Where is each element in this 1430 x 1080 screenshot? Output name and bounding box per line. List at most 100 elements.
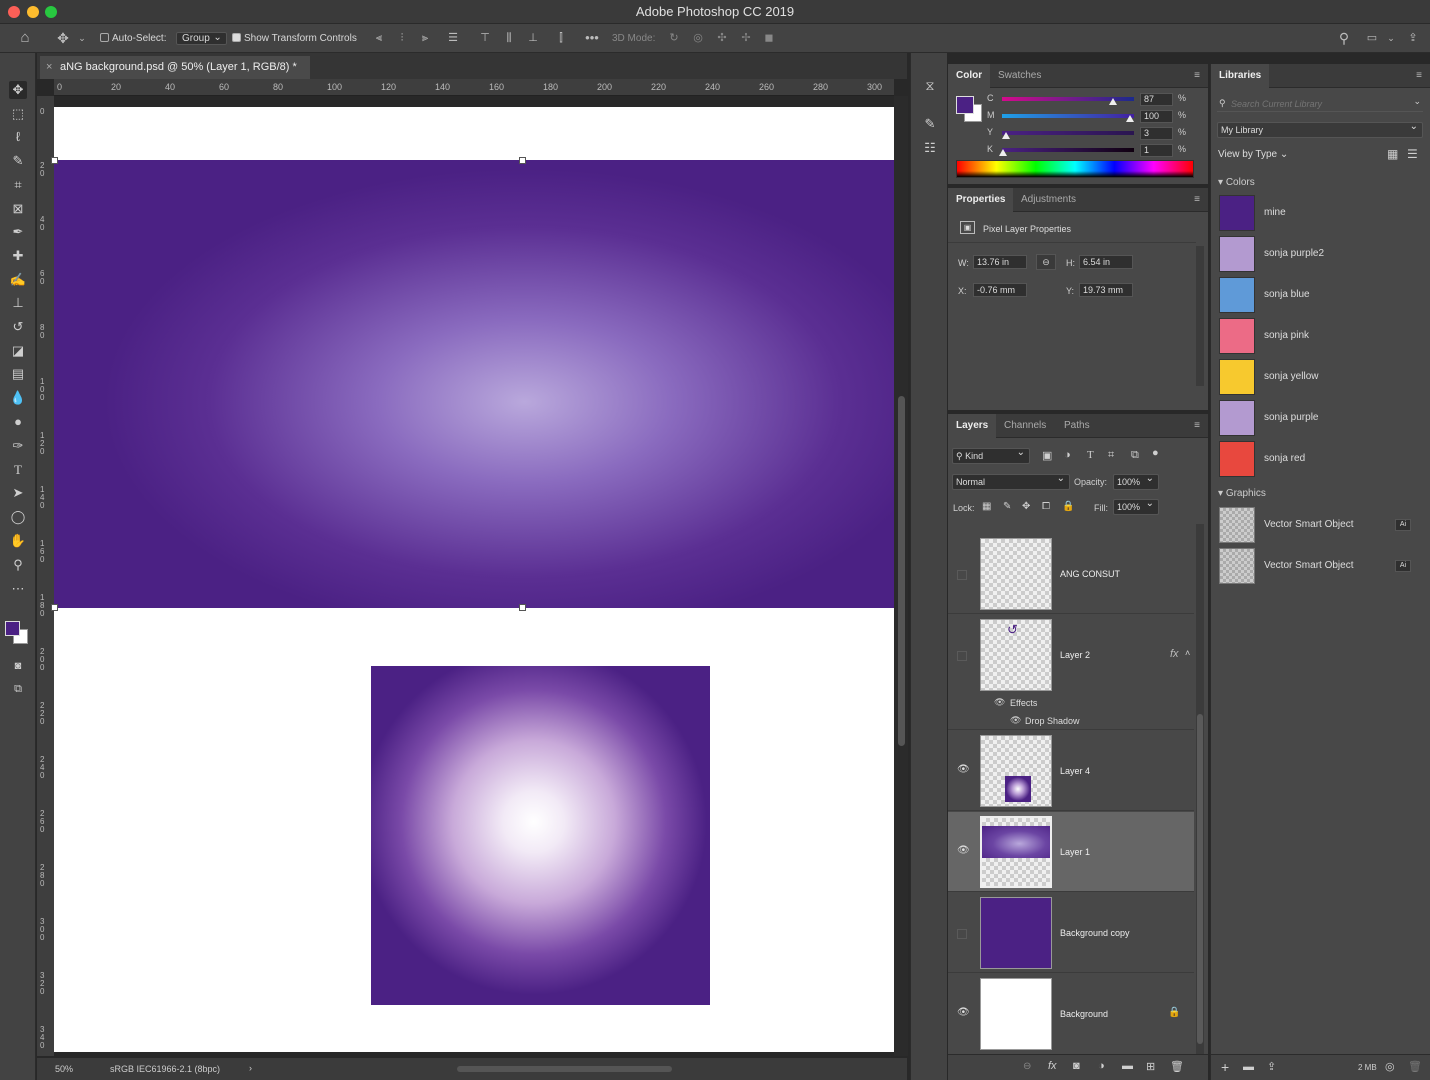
color-foreground-swatch[interactable] <box>956 96 974 114</box>
tab-paths[interactable]: Paths <box>1056 414 1098 438</box>
move-tool-icon[interactable]: ✥ <box>9 81 27 99</box>
library-selector-dropdown[interactable]: My Library <box>1217 120 1423 138</box>
type-tool-icon[interactable]: T <box>9 461 27 479</box>
visibility-toggle-box[interactable] <box>957 651 967 661</box>
blend-mode-dropdown[interactable]: Normal <box>952 472 1070 490</box>
eye-icon[interactable]: 👁 <box>994 697 1005 708</box>
filter-pixel-icon[interactable]: ▣ <box>1042 449 1052 462</box>
layer-name[interactable]: Layer 4 <box>1060 766 1090 776</box>
add-mask-icon[interactable]: ◙ <box>1073 1060 1080 1072</box>
add-layer-style-icon[interactable]: fx <box>1048 1060 1057 1072</box>
tab-channels[interactable]: Channels <box>996 414 1054 438</box>
eye-icon[interactable]: 👁 <box>957 1007 970 1018</box>
fill-field[interactable]: 100% <box>1113 497 1159 515</box>
link-dimensions-icon[interactable]: ⊖ <box>1036 254 1056 270</box>
channel-value-field[interactable]: 3 <box>1140 127 1173 140</box>
add-content-icon[interactable]: + <box>1221 1059 1229 1075</box>
pen-tool-icon[interactable]: ✑ <box>9 437 27 455</box>
filter-smart-object-icon[interactable]: ⧉ <box>1131 449 1139 462</box>
zoom-level[interactable]: 50% <box>55 1064 73 1074</box>
new-group-icon[interactable]: ▬ <box>1122 1060 1133 1072</box>
transform-handle[interactable] <box>519 157 526 164</box>
link-layers-icon[interactable]: ⊖ <box>1023 1061 1031 1072</box>
layer-row-selected[interactable]: 👁 Layer 1 <box>948 812 1194 892</box>
align-top-icon[interactable]: ⊤ <box>478 31 492 45</box>
layer-row[interactable]: ANG CONSUT <box>948 534 1194 614</box>
library-search-input[interactable] <box>1231 96 1401 111</box>
transform-handle[interactable] <box>519 604 526 611</box>
home-icon[interactable]: ⌂ <box>18 30 32 45</box>
channel-value-field[interactable]: 1 <box>1140 144 1173 157</box>
move-tool-icon[interactable]: ✥ <box>56 31 70 45</box>
eye-icon[interactable]: 👁 <box>1010 715 1021 726</box>
lock-all-icon[interactable]: 🔒 <box>1062 501 1074 512</box>
more-options-icon[interactable]: ••• <box>585 31 599 45</box>
chevron-down-icon[interactable]: ⌄ <box>75 31 89 45</box>
height-field[interactable]: 6.54 in <box>1079 255 1133 269</box>
3d-orbit-icon[interactable]: ↻ <box>667 31 681 45</box>
filter-shape-icon[interactable]: ⌗ <box>1108 449 1114 462</box>
blur-tool-icon[interactable]: 💧 <box>9 389 27 407</box>
layer-row[interactable]: ↺ Layer 2 fx ˄ 👁 Effects 👁 Drop Shadow <box>948 615 1194 730</box>
quick-select-tool-icon[interactable]: ✎ <box>9 152 27 170</box>
slider-track[interactable] <box>1002 131 1134 135</box>
slider-thumb[interactable] <box>1109 98 1118 105</box>
color-slider-y[interactable]: Y 3% <box>987 127 1198 141</box>
delete-layer-icon[interactable]: 🗑 <box>1170 1060 1184 1073</box>
close-window-button[interactable] <box>8 6 20 18</box>
library-color-item[interactable]: sonja purple <box>1211 400 1430 438</box>
filter-adjustment-icon[interactable]: ◑ <box>1064 449 1071 461</box>
brush-tool-icon[interactable]: ✍ <box>9 271 27 289</box>
horizontal-scroll-thumb[interactable] <box>457 1066 672 1072</box>
maximize-window-button[interactable] <box>45 6 57 18</box>
sync-icon[interactable]: ◎ <box>1385 1060 1395 1073</box>
list-view-icon[interactable]: ☰ <box>1407 147 1418 161</box>
distribute-icon[interactable]: ☰ <box>446 31 460 45</box>
slider-thumb[interactable] <box>999 149 1008 156</box>
lock-position-icon[interactable]: ✥ <box>1022 501 1030 512</box>
3d-roll-icon[interactable]: ◎ <box>691 31 705 45</box>
filter-type-icon[interactable]: T <box>1087 449 1094 461</box>
layer-row[interactable]: Background copy <box>948 893 1194 973</box>
color-slider-m[interactable]: M 100% <box>987 110 1198 124</box>
layer-4-gradient[interactable] <box>371 666 710 1005</box>
lasso-tool-icon[interactable]: ℓ <box>9 128 27 146</box>
eye-icon[interactable]: 👁 <box>957 764 970 775</box>
healing-brush-tool-icon[interactable]: ✚ <box>9 247 27 265</box>
adjustments-icon[interactable]: ☷ <box>921 139 939 157</box>
library-color-item[interactable]: sonja purple2 <box>1211 236 1430 274</box>
hand-tool-icon[interactable]: ✋ <box>9 532 27 550</box>
history-brush-tool-icon[interactable]: ↺ <box>9 318 27 336</box>
align-bottom-icon[interactable]: ⊥ <box>526 31 540 45</box>
library-graphic-item[interactable]: Vector Smart Object Ai <box>1211 507 1430 547</box>
x-position-field[interactable]: -0.76 mm <box>973 283 1027 297</box>
layer-row[interactable]: 👁 Background 🔒 <box>948 974 1194 1050</box>
show-transform-controls-checkbox[interactable]: Show Transform Controls <box>232 31 357 46</box>
3d-camera-icon[interactable]: ◼ <box>762 31 776 45</box>
width-field[interactable]: 13.76 in <box>973 255 1027 269</box>
3d-pan-icon[interactable]: ✣ <box>715 31 729 45</box>
auto-select-target-dropdown[interactable]: Group <box>176 32 227 45</box>
slider-thumb[interactable] <box>1126 115 1134 122</box>
workspace-chevron-icon[interactable]: ⌄ <box>1384 31 1398 45</box>
layer-name[interactable]: Background copy <box>1060 928 1130 938</box>
clone-stamp-tool-icon[interactable]: ⊥ <box>9 294 27 312</box>
layers-scrollbar[interactable] <box>1196 524 1204 1054</box>
eye-icon[interactable]: 👁 <box>957 845 970 856</box>
color-slider-k[interactable]: K 1% <box>987 144 1198 158</box>
transform-handle[interactable] <box>51 604 58 611</box>
status-chevron-icon[interactable]: › <box>249 1063 252 1073</box>
workspace-icon[interactable]: ▭ <box>1365 31 1379 45</box>
frame-tool-icon[interactable]: ⊠ <box>9 200 27 218</box>
delete-icon[interactable]: 🗑 <box>1408 1060 1422 1073</box>
dodge-tool-icon[interactable]: ● <box>9 413 27 431</box>
new-folder-icon[interactable]: ▬ <box>1243 1061 1254 1073</box>
slider-track[interactable] <box>1002 114 1134 118</box>
ellipse-tool-icon[interactable]: ◯ <box>9 508 27 526</box>
layer-filter-dropdown[interactable]: ⚲ Kind <box>952 446 1030 464</box>
tab-color[interactable]: Color <box>948 64 991 88</box>
layer-name[interactable]: Layer 1 <box>1060 847 1090 857</box>
transform-handle[interactable] <box>51 157 58 164</box>
eraser-tool-icon[interactable]: ◪ <box>9 342 27 360</box>
slider-track[interactable] <box>1002 148 1134 152</box>
